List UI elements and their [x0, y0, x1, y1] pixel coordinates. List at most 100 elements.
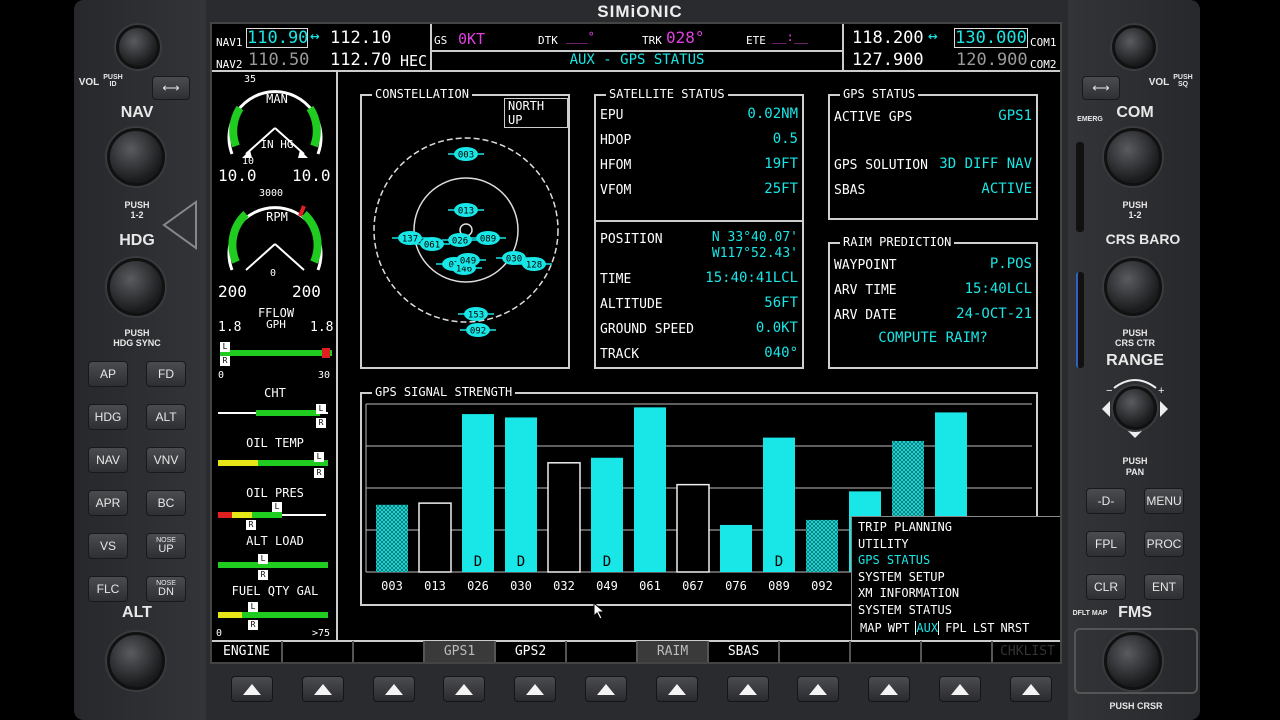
softkey-2[interactable] [301, 676, 344, 702]
time-value: 15:40:41LCL [705, 270, 798, 286]
menu-item-trip-planning[interactable]: TRIP PLANNING [858, 520, 952, 534]
softkey-label-12[interactable]: CHKLIST [993, 641, 1060, 662]
softkey-arrow-icon [951, 683, 969, 695]
satellite-003[interactable]: 003 [448, 147, 484, 161]
nav2-active-freq[interactable]: 110.50 [248, 50, 309, 70]
softkey-9[interactable] [797, 676, 840, 702]
vs-button[interactable]: VS [88, 533, 128, 559]
menu-item-utility[interactable]: UTILITY [858, 537, 909, 551]
bc-button[interactable]: BC [146, 490, 186, 516]
com-knob[interactable] [1104, 128, 1162, 186]
menu-item-gps-status[interactable]: GPS STATUS [858, 553, 930, 567]
softkey-7[interactable] [655, 676, 698, 702]
flc-button[interactable]: FLC [88, 576, 128, 602]
softkey-label-8[interactable]: SBAS [709, 641, 780, 662]
alt-knob[interactable] [107, 632, 165, 690]
push-crsr-label: PUSH CRSR [1109, 701, 1163, 711]
active-gps-value[interactable]: GPS1 [998, 108, 1032, 124]
menu-item-xm-information[interactable]: XM INFORMATION [858, 586, 959, 600]
nav-knob[interactable] [107, 128, 165, 186]
page-group-fpl: FPL [945, 621, 967, 635]
nav2-label: NAV2 [216, 58, 243, 71]
com2-active-freq[interactable]: 127.900 [852, 50, 924, 70]
nav-label: NAV [120, 104, 154, 121]
softkey-label-2[interactable] [283, 641, 354, 662]
crs-baro-knob[interactable] [1104, 258, 1162, 316]
up-button[interactable]: NOSE UP [146, 533, 186, 559]
raim-title: RAIM PREDICTION [840, 235, 955, 249]
nav2-standby-freq[interactable]: 112.70 [330, 50, 391, 70]
softkey-5[interactable] [514, 676, 557, 702]
apr-button[interactable]: APR [88, 490, 128, 516]
signal-label-049: 049 [596, 579, 618, 593]
softkey-6[interactable] [585, 676, 627, 702]
softkey-label-11[interactable] [922, 641, 993, 662]
softkey-1[interactable] [231, 676, 273, 702]
com-volume-knob[interactable] [1112, 25, 1156, 69]
softkey-label-9[interactable] [780, 641, 851, 662]
man-label: MAN [266, 92, 288, 106]
position-lon: W117°52.43' [711, 246, 798, 261]
softkey-label-3[interactable] [354, 641, 425, 662]
softkey-4[interactable] [443, 676, 486, 702]
fpl-button[interactable]: FPL [1086, 531, 1126, 557]
hdg-knob[interactable] [107, 258, 165, 316]
ap-button[interactable]: AP [88, 361, 128, 387]
direct-to-button[interactable]: -D- [1086, 488, 1126, 514]
constellation-panel: CONSTELLATION NORTH UP 003 013 061 137 026 08… [360, 87, 570, 369]
softkey-label-4[interactable]: GPS1 [425, 641, 496, 662]
clr-button[interactable]: CLR [1086, 574, 1126, 600]
dtk-label: DTK [538, 34, 558, 47]
com1-active-freq[interactable]: 118.200 [852, 28, 924, 48]
range-knob[interactable] [1113, 386, 1157, 430]
com2-standby-freq[interactable]: 120.900 [956, 50, 1028, 70]
softkey-3[interactable] [372, 676, 415, 702]
compute-raim-button[interactable]: COMPUTE RAIM? [830, 330, 1036, 346]
softkey-arrow-icon [809, 683, 828, 695]
menu-button[interactable]: MENU [1144, 488, 1184, 514]
satellite-013[interactable]: 013 [448, 203, 484, 217]
nav1-standby-freq[interactable]: 112.10 [330, 28, 391, 48]
menu-item-system-setup[interactable]: SYSTEM SETUP [858, 570, 945, 584]
hdg-button[interactable]: HDG [88, 404, 128, 430]
softkey-label-6[interactable] [567, 641, 638, 662]
satellite-092[interactable]: 092 [460, 323, 496, 337]
nav-button[interactable]: NAV [88, 447, 128, 473]
softkey-arrow-icon [243, 683, 261, 695]
signal-bar-026 [462, 414, 494, 572]
nav1-active-freq[interactable]: 110.90 [246, 28, 308, 48]
arv-time-value[interactable]: 15:40LCL [965, 281, 1032, 297]
mouse-cursor-icon [593, 602, 606, 620]
softkey-label-1[interactable]: ENGINE [212, 641, 283, 662]
oil-temp-marker-l: L [314, 452, 324, 462]
proc-button[interactable]: PROC [1144, 531, 1184, 557]
fflow-bar [220, 350, 332, 356]
com1-standby-freq[interactable]: 130.000 [954, 28, 1028, 48]
fuel-min: 0 [216, 628, 223, 639]
softkey-12[interactable] [1009, 676, 1052, 702]
menu-item-system-status[interactable]: SYSTEM STATUS [858, 603, 952, 617]
nav-swap-button[interactable]: ⟷ [152, 76, 190, 100]
softkey-8[interactable] [726, 676, 769, 702]
fms-knob[interactable] [1104, 632, 1162, 690]
com-swap-button[interactable]: ⟷ [1082, 76, 1120, 100]
fd-button[interactable]: FD [146, 361, 186, 387]
dn-button[interactable]: NOSE DN [146, 576, 186, 602]
waypoint-value[interactable]: P.POS [990, 256, 1032, 272]
alt-button[interactable]: ALT [146, 404, 186, 430]
softkey-label-10[interactable] [851, 641, 922, 662]
man-value-left: 10.0 [218, 166, 257, 185]
ent-button[interactable]: ENT [1144, 574, 1184, 600]
trk-value: 028° [666, 28, 705, 47]
satellite-089[interactable]: 089 [470, 231, 506, 245]
vnv-button[interactable]: VNV [146, 447, 186, 473]
softkey-11[interactable] [939, 676, 981, 702]
softkey-label-7[interactable]: RAIM [638, 641, 709, 662]
softkey-label-5[interactable]: GPS2 [496, 641, 567, 662]
arv-date-value[interactable]: 24-OCT-21 [956, 306, 1032, 322]
altitude-label: ALTITUDE [600, 297, 663, 312]
page-group-wpt: WPT [887, 621, 910, 635]
softkey-10[interactable] [868, 676, 911, 702]
satellite-026[interactable]: 026 [442, 233, 478, 247]
nav-volume-knob[interactable] [116, 25, 160, 69]
